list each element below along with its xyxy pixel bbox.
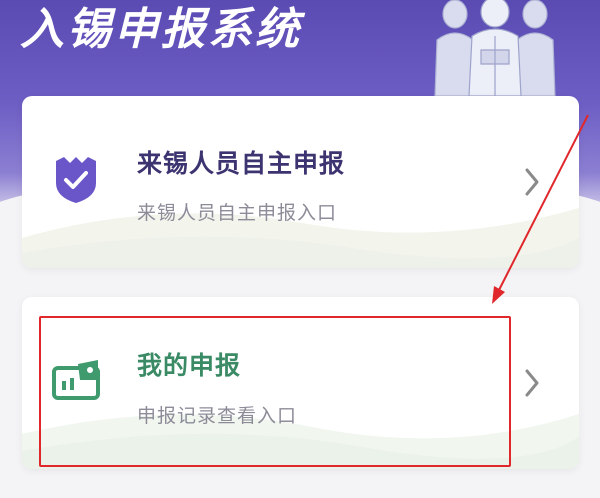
card-subtitle: 来锡人员自主申报入口 bbox=[137, 202, 338, 224]
chevron-right-icon bbox=[525, 369, 539, 397]
shield-check-icon bbox=[56, 157, 96, 203]
self-declaration-card[interactable]: 来锡人员自主申报 来锡人员自主申报入口 bbox=[22, 96, 579, 268]
page-title: 入锡申报系统 bbox=[20, 4, 302, 55]
medical-staff-illustration bbox=[434, 0, 556, 96]
chevron-right-icon bbox=[525, 168, 539, 196]
card-title: 来锡人员自主申报 bbox=[137, 149, 346, 178]
annotation-highlight-box bbox=[39, 316, 511, 467]
